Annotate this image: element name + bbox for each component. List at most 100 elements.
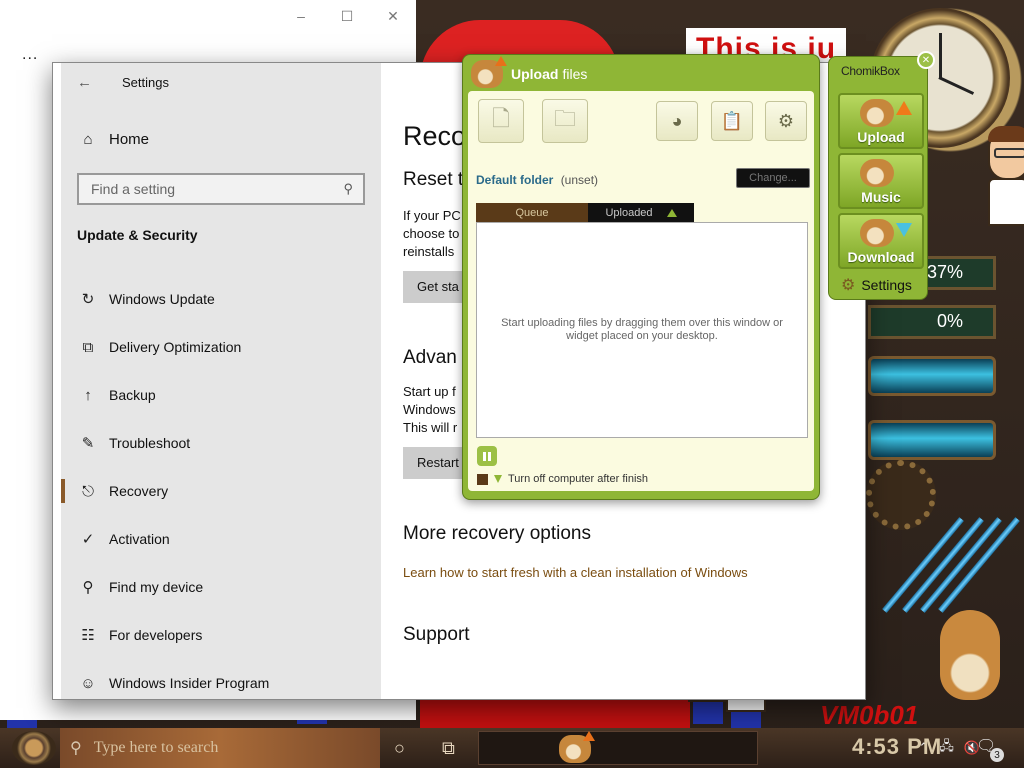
maximize-icon[interactable]: ☐ (324, 0, 370, 32)
pause-button[interactable] (477, 446, 497, 466)
back-arrow-icon[interactable]: ← (77, 74, 92, 91)
cortana-icon[interactable]: ○ (394, 738, 405, 759)
nav-list: ↻ Windows Update ⧉ Delivery Optimization ↑… (61, 275, 381, 707)
add-file-button[interactable]: 🗋 (478, 99, 524, 143)
delivery-icon: ⧉ (82, 338, 94, 356)
add-folder-icon: 🗀 (553, 106, 576, 131)
close-icon[interactable]: ✕ (370, 0, 416, 32)
chomikbox-download-button[interactable]: Download (838, 213, 924, 269)
download-label: Download (847, 249, 915, 265)
upload-arrow-icon (896, 101, 912, 115)
upload-label: Upload (857, 129, 905, 145)
pause-icon (483, 451, 486, 461)
default-folder-row: Default folder (unset) (476, 173, 598, 187)
notification-icon[interactable]: 🗨 3 (976, 736, 1004, 762)
clipboard-icon: 📋 (720, 110, 744, 131)
hamster-icon (860, 219, 894, 247)
chomikbox-upload-button[interactable]: Upload (838, 93, 924, 149)
nav-item-label: Activation (109, 531, 170, 547)
taskbar-app-area (478, 731, 758, 765)
change-folder-button[interactable]: Change... (736, 168, 810, 188)
hamster-icon (860, 99, 894, 127)
taskbar-search-box[interactable]: ⚲ (60, 728, 380, 768)
shutdown-checkbox[interactable] (477, 473, 488, 485)
nav-item-activation[interactable]: ✓ Activation (61, 515, 381, 563)
nav-item-delivery-optimization[interactable]: ⧉ Delivery Optimization (61, 323, 381, 371)
nav-item-backup[interactable]: ↑ Backup (61, 371, 381, 419)
shutdown-option-row: Turn off computer after finish (477, 473, 648, 485)
chomikbox-taskbar-icon[interactable] (559, 731, 595, 763)
default-folder-value: (unset) (560, 173, 599, 187)
nav-item-recovery[interactable]: ⎋ Recovery (61, 467, 381, 515)
hamster-button[interactable]: ◕ (656, 101, 698, 141)
chomikbox-settings-link[interactable]: ⚙ Settings (841, 275, 912, 295)
nav-item-label: Find my device (109, 579, 204, 595)
paste-button[interactable]: 📋 (711, 101, 753, 141)
tab-queue[interactable]: Queue (476, 203, 588, 223)
settings-search-input[interactable] (89, 180, 329, 198)
triangle-up-icon (666, 209, 677, 217)
nav-home[interactable]: ⌂ Home (61, 119, 381, 159)
add-folder-button[interactable]: 🗀 (542, 99, 588, 143)
glowing-tube-icon (868, 420, 996, 460)
tab-uploaded[interactable]: Uploaded (588, 203, 694, 223)
nav-item-for-developers[interactable]: ☷ For developers (61, 611, 381, 659)
upload-files-window: Upload files 🗋 🗀 ◕ 📋 ⚙ Default folder (u… (462, 54, 820, 500)
start-button-icon[interactable] (12, 731, 56, 765)
clean-install-link[interactable]: Learn how to start fresh with a clean in… (403, 565, 865, 580)
triangle-down-icon[interactable] (494, 475, 502, 483)
nav-item-troubleshoot[interactable]: ✎ Troubleshoot (61, 419, 381, 467)
home-icon: ⌂ (83, 130, 93, 148)
more-options-icon[interactable]: ... (22, 46, 38, 64)
search-icon: ⚲ (70, 740, 82, 757)
default-folder-label: Default folder (476, 173, 554, 187)
close-icon[interactable]: ✕ (917, 51, 935, 69)
developer-sliders-icon: ☷ (81, 627, 95, 644)
download-arrow-icon (896, 223, 912, 237)
settings-nav-pane: ← Settings ⌂ Home ⚲ Update & Security ↻ W… (61, 63, 381, 699)
gauge-percent: 0% (936, 311, 963, 331)
upload-title-rest: files (562, 66, 588, 82)
insider-cat-icon: ☺ (80, 674, 96, 692)
minimize-icon[interactable]: – (278, 0, 324, 32)
support-heading: Support (403, 624, 470, 645)
nav-item-find-my-device[interactable]: ⚲ Find my device (61, 563, 381, 611)
gauge-percent: 37% (926, 262, 963, 282)
glowing-tube-icon (868, 356, 996, 396)
upload-titlebar[interactable]: Upload files (463, 55, 819, 93)
chomik-upload-logo-icon (471, 56, 507, 88)
check-circle-icon: ✓ (81, 531, 95, 548)
gauge-download: 0% (868, 305, 996, 339)
chomikbox-music-button[interactable]: Music (838, 153, 924, 209)
hamster-icon: ◕ (671, 110, 683, 131)
more-recovery-heading: More recovery options (403, 523, 591, 544)
nav-item-label: Recovery (109, 483, 169, 499)
wallpaper-caption-bottom: VM0b01 (820, 700, 919, 730)
nav-item-windows-insider-program[interactable]: ☺ Windows Insider Program (61, 659, 381, 707)
settings-window-title: Settings (122, 74, 169, 90)
shutdown-label: Turn off computer after finish (508, 473, 649, 485)
nav-item-label: Windows Update (109, 291, 215, 307)
nav-item-label: Windows Insider Program (109, 675, 270, 691)
drop-hint-text: Start uploading files by dragging them o… (501, 317, 783, 342)
chomikbox-panel: ChomikBox ✕ Upload Music Download ⚙ Sett… (828, 51, 935, 300)
task-view-icon[interactable]: ⧉ (442, 738, 455, 759)
add-file-icon: 🗋 (492, 106, 510, 131)
glowing-rod-icon (902, 517, 984, 613)
taskbar-clock[interactable]: 4:53 PM (852, 734, 942, 760)
tab-uploaded-label: Uploaded (605, 207, 653, 219)
search-icon[interactable]: ⚲ (343, 181, 353, 197)
settings-search-box[interactable]: ⚲ (77, 173, 365, 205)
nav-item-windows-update[interactable]: ↻ Windows Update (61, 275, 381, 323)
upload-panel: 🗋 🗀 ◕ 📋 ⚙ Default folder (unset) Change.… (468, 91, 814, 491)
taskbar-search-input[interactable] (91, 738, 342, 758)
person-pin-icon: ⚲ (82, 579, 94, 596)
upload-title-bold: Upload (511, 66, 559, 82)
nav-item-label: Backup (109, 387, 156, 403)
nav-item-label: Delivery Optimization (109, 339, 242, 355)
upload-drop-area[interactable]: Start uploading files by dragging them o… (476, 222, 808, 438)
wallpaper-red-bar (420, 700, 690, 730)
nav-item-label: Troubleshoot (109, 435, 191, 451)
wrench-icon: ✎ (81, 435, 95, 452)
options-button[interactable]: ⚙ (765, 101, 807, 141)
